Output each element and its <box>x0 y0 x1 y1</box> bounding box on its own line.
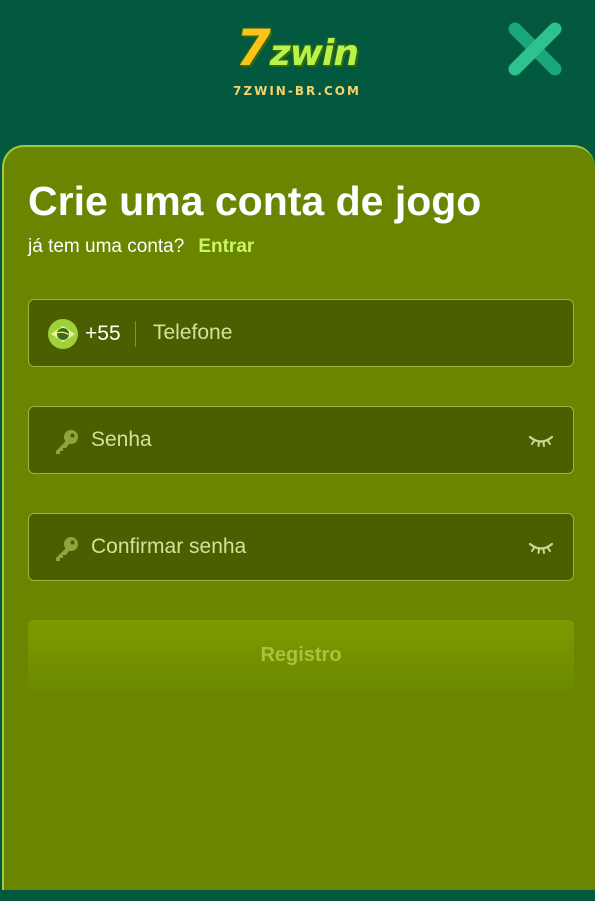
bottom-strip <box>0 890 595 901</box>
register-card: Crie uma conta de jogo já tem uma conta?… <box>2 145 595 890</box>
phone-input[interactable] <box>153 300 553 365</box>
header: 7zwin 7ZWIN-BR.COM <box>0 0 595 145</box>
country-code[interactable]: +55 <box>85 322 121 346</box>
close-icon <box>508 22 562 76</box>
eye-closed-icon[interactable] <box>527 429 555 451</box>
register-button[interactable]: Registro <box>28 620 574 690</box>
password-field <box>28 406 574 474</box>
logo-mark: 7zwin <box>222 22 372 80</box>
close-button[interactable] <box>506 20 564 78</box>
register-page: 7zwin 7ZWIN-BR.COM Crie uma conta de jog… <box>0 0 595 901</box>
confirm-password-field <box>28 513 574 581</box>
password-input[interactable] <box>91 407 511 472</box>
field-divider <box>135 321 136 347</box>
page-title: Crie uma conta de jogo <box>28 178 482 224</box>
phone-field: +55 <box>28 299 574 367</box>
brazil-flag-icon[interactable] <box>48 319 78 349</box>
logo-word: zwin <box>269 33 359 74</box>
login-prompt-text: já tem uma conta? <box>28 236 185 257</box>
key-icon <box>56 537 78 561</box>
logo-seven: 7 <box>236 19 271 77</box>
logo: 7zwin 7ZWIN-BR.COM <box>222 22 372 102</box>
login-prompt: já tem uma conta? Entrar <box>28 235 254 259</box>
login-link[interactable]: Entrar <box>198 236 254 257</box>
key-icon <box>56 430 78 454</box>
eye-closed-icon[interactable] <box>527 536 555 558</box>
confirm-password-input[interactable] <box>91 514 511 579</box>
logo-domain: 7ZWIN-BR.COM <box>233 84 361 98</box>
